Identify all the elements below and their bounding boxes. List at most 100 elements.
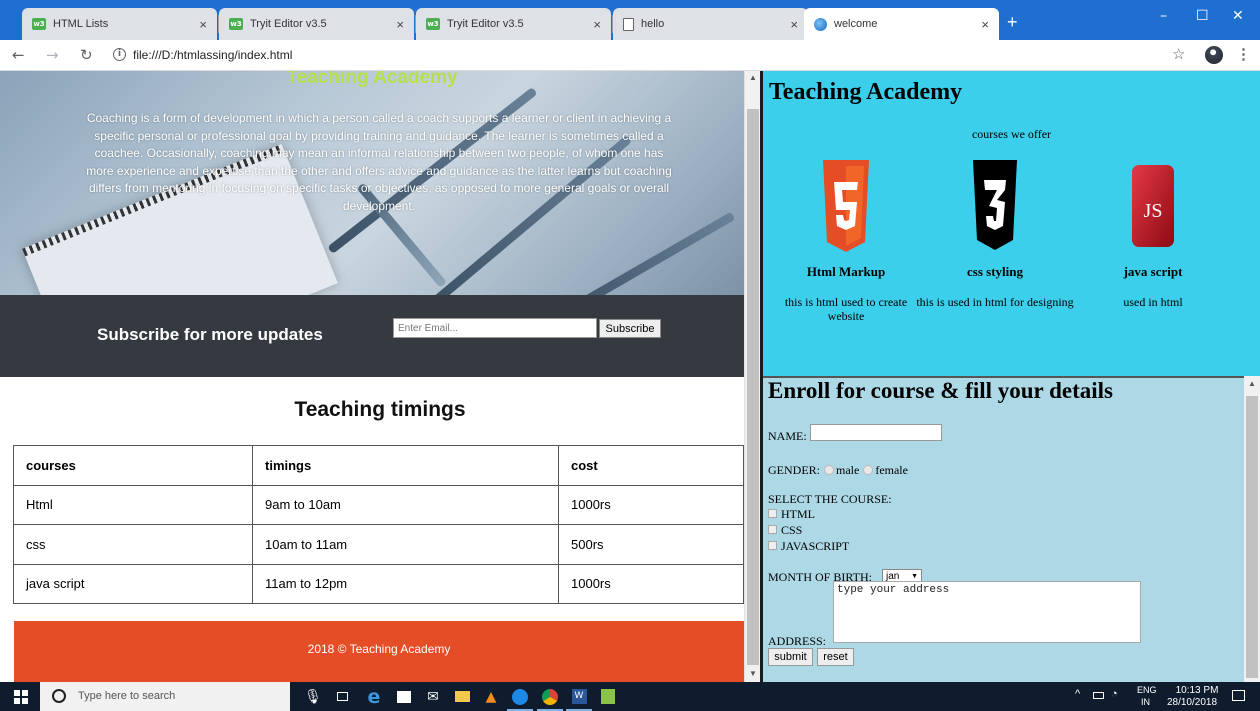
scrollbar-thumb[interactable]	[747, 109, 759, 665]
enroll-frame-scrollbar[interactable]: ▲	[1244, 376, 1260, 682]
timings-title: Teaching timings	[294, 398, 466, 421]
tab-hello[interactable]: hello ×	[613, 8, 808, 40]
profile-avatar[interactable]	[1205, 46, 1223, 64]
chevron-up-icon[interactable]: ^	[1075, 688, 1080, 700]
table-cell: 1000rs	[558, 563, 744, 604]
timings-table: courses timings cost Html 9am to 10am 10…	[13, 445, 744, 604]
course-description: this is used in html for designing	[916, 295, 1074, 309]
file-explorer-icon[interactable]	[452, 687, 472, 706]
close-icon[interactable]: ×	[981, 17, 989, 32]
address-label: ADDRESS:	[768, 634, 827, 648]
table-header: cost	[558, 445, 744, 486]
maximize-button[interactable]: ☐	[1196, 8, 1209, 24]
minimize-button[interactable]: –	[1160, 8, 1167, 24]
course-name: Html Markup	[806, 264, 886, 279]
subscribe-title: Subscribe for more updates	[97, 325, 323, 344]
gender-group: GENDER: male female	[768, 463, 908, 478]
address-textarea[interactable]: type your address	[833, 581, 1141, 643]
close-window-button[interactable]: ✕	[1232, 8, 1244, 24]
tab-tryit-editor-2[interactable]: w3 Tryit Editor v3.5 ×	[416, 8, 611, 40]
course-option-html: HTML	[768, 507, 815, 522]
radio-label: male	[836, 463, 860, 477]
battery-icon[interactable]	[1093, 692, 1104, 699]
reset-button[interactable]: reset	[817, 648, 854, 666]
scrollbar-thumb[interactable]	[1246, 396, 1258, 678]
tab-html-lists[interactable]: w3 HTML Lists ×	[22, 8, 217, 40]
word-icon[interactable]: W	[566, 687, 592, 711]
tab-title: welcome	[834, 18, 878, 30]
table-row: java script 11am to 12pm 1000rs	[13, 563, 744, 604]
vlc-icon[interactable]: ▲	[481, 687, 501, 706]
task-view-icon[interactable]	[332, 687, 352, 706]
table-cell: css	[13, 524, 253, 565]
clock-date[interactable]: 28/10/2018	[1162, 697, 1222, 708]
scroll-up-icon[interactable]: ▲	[1248, 379, 1256, 388]
tab-tryit-editor-1[interactable]: w3 Tryit Editor v3.5 ×	[219, 8, 414, 40]
hero-banner: Teaching Academy Coaching is a form of d…	[0, 71, 744, 295]
subscribe-section: Subscribe for more updates Subscribe	[0, 295, 744, 377]
back-arrow-icon[interactable]: ←	[12, 46, 25, 64]
table-row: Html 9am to 10am 1000rs	[13, 484, 744, 525]
language-region[interactable]: IN	[1141, 697, 1150, 707]
browser-tab-strip: w3 HTML Lists × w3 Tryit Editor v3.5 × w…	[0, 0, 1260, 40]
css-checkbox[interactable]	[768, 525, 777, 534]
course-card-html: Html Markup this is html used to create …	[766, 156, 926, 323]
page-content: Teaching Academy Coaching is a form of d…	[0, 71, 1260, 682]
name-input[interactable]	[810, 424, 942, 441]
chrome-icon[interactable]	[537, 687, 563, 711]
subscribe-button[interactable]: Subscribe	[599, 319, 661, 338]
wifi-icon[interactable]: ◔	[1111, 688, 1118, 700]
address-bar[interactable]: file:///D:/htmlassing/index.html	[133, 48, 292, 62]
microphone-icon[interactable]: 🎙	[303, 687, 323, 706]
course-card-css: css styling this is used in html for des…	[915, 156, 1075, 309]
bookmark-star-icon[interactable]: ☆	[1172, 45, 1185, 63]
close-icon[interactable]: ×	[396, 17, 404, 32]
tab-welcome[interactable]: welcome ×	[804, 8, 999, 40]
notepad-icon[interactable]	[598, 687, 618, 706]
taskbar-search-placeholder: Type here to search	[78, 690, 176, 702]
table-cell: Html	[13, 484, 253, 525]
table-header-row: courses timings cost	[13, 445, 744, 486]
course-card-javascript: JS java script used in html	[1073, 156, 1233, 309]
close-icon[interactable]: ×	[199, 17, 207, 32]
courses-frame-title: Teaching Academy	[769, 79, 963, 105]
reload-icon[interactable]: ↻	[80, 46, 93, 64]
edge-browser-icon[interactable]: e	[364, 686, 384, 708]
table-cell: java script	[13, 563, 253, 604]
clock-time[interactable]: 10:13 PM	[1172, 685, 1222, 696]
new-tab-button[interactable]: +	[1007, 13, 1018, 31]
html-checkbox[interactable]	[768, 509, 777, 518]
scroll-up-icon[interactable]: ▲	[749, 73, 757, 82]
table-row: css 10am to 11am 500rs	[13, 524, 744, 565]
scroll-down-icon[interactable]: ▼	[749, 669, 757, 678]
taskbar-search-box[interactable]: Type here to search	[40, 682, 290, 711]
close-icon[interactable]: ×	[593, 17, 601, 32]
submit-button[interactable]: submit	[768, 648, 813, 666]
menu-kebab-icon[interactable]: ⋮	[1236, 45, 1251, 63]
language-indicator[interactable]: ENG	[1137, 685, 1157, 695]
javascript-logo-icon: JS	[1073, 156, 1233, 256]
javascript-checkbox[interactable]	[768, 541, 777, 550]
store-icon[interactable]	[394, 687, 414, 706]
close-icon[interactable]: ×	[790, 17, 798, 32]
course-description: this is html used to create website	[784, 295, 908, 323]
page-footer: 2018 © Teaching Academy	[14, 621, 744, 682]
left-frame-scrollbar[interactable]: ▲ ▼	[744, 71, 760, 682]
courses-frame: Teaching Academy courses we offer Html M…	[763, 71, 1260, 376]
html5-logo-icon	[766, 156, 926, 256]
male-radio[interactable]	[824, 465, 834, 475]
windows-start-icon[interactable]	[14, 690, 28, 704]
app-icon[interactable]	[507, 687, 533, 711]
info-icon[interactable]: i	[113, 48, 126, 61]
email-input[interactable]	[393, 318, 597, 338]
table-header: timings	[252, 445, 559, 486]
forward-arrow-icon[interactable]: →	[46, 46, 59, 64]
hero-paragraph: Coaching is a form of development in whi…	[86, 111, 672, 213]
document-icon	[623, 17, 634, 31]
mail-icon[interactable]: ✉	[423, 687, 443, 706]
svg-text:JS: JS	[1144, 200, 1163, 222]
female-radio[interactable]	[863, 465, 874, 475]
checkbox-label: HTML	[781, 507, 815, 521]
tab-title: Tryit Editor v3.5	[447, 18, 524, 30]
notification-icon[interactable]	[1232, 690, 1245, 701]
